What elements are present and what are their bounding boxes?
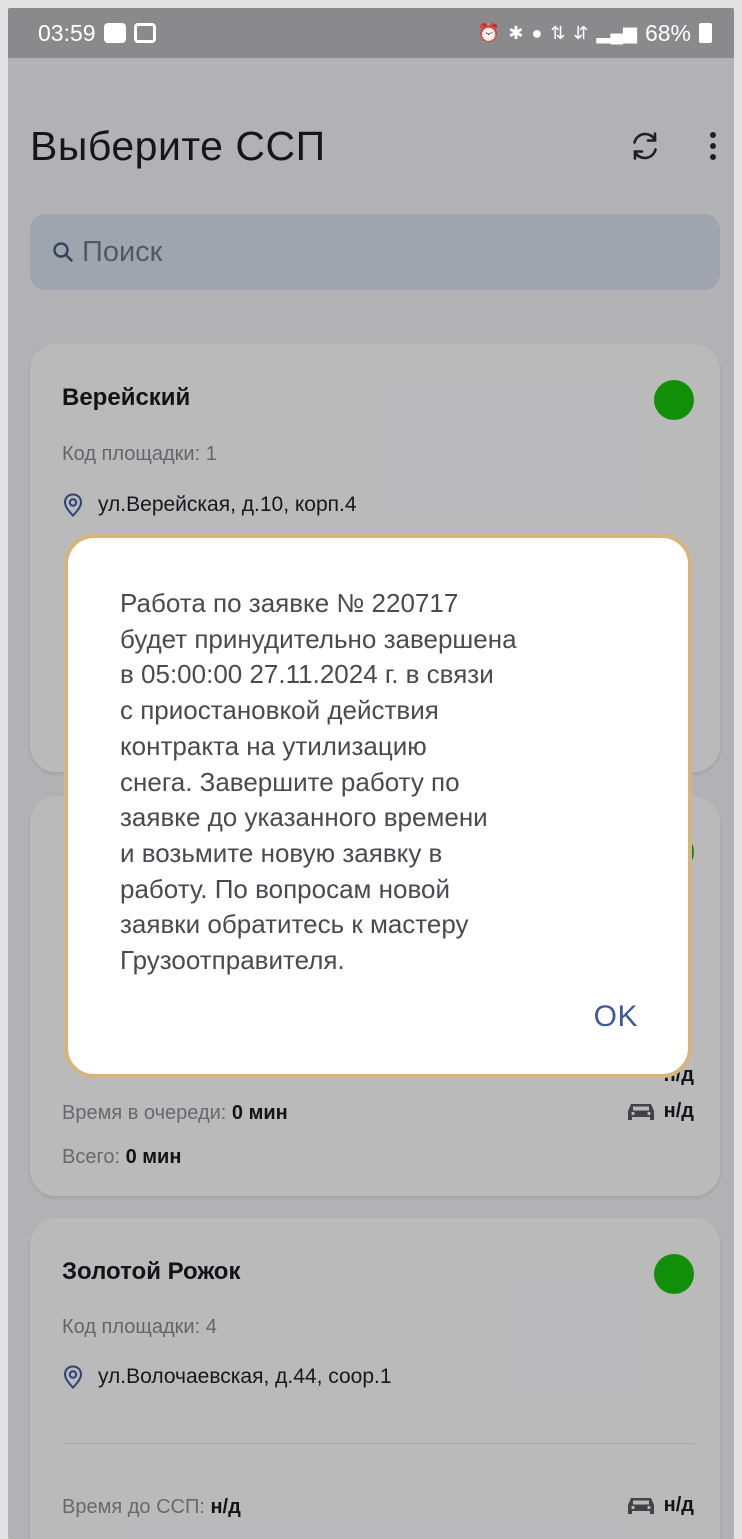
clock: 03:59: [38, 19, 96, 46]
status-bar: 03:59 ⏰ ✱ ● ⇅ ⇵ ▂▄▆ 68%: [8, 8, 734, 58]
volte-icon: ⇅: [550, 22, 566, 43]
notification-icon: [103, 23, 126, 43]
dialog-message: Работа по заявке № 220717 будет принудит…: [120, 588, 517, 976]
signal-icon: ▂▄▆: [596, 22, 637, 43]
gallery-icon: [133, 23, 156, 43]
alert-dialog: Работа по заявке № 220717 будет принудит…: [64, 534, 692, 1078]
alarm-icon: ⏰: [477, 22, 501, 43]
battery-percent: 68%: [644, 19, 691, 46]
location-icon: ●: [531, 22, 543, 43]
status-bar-left: 03:59: [38, 20, 156, 47]
status-bar-right: ⏰ ✱ ● ⇅ ⇵ ▂▄▆ 68%: [478, 20, 712, 47]
bluetooth-icon: ✱: [508, 22, 524, 43]
battery-icon: [699, 23, 712, 43]
app-screen: 03:59 ⏰ ✱ ● ⇅ ⇵ ▂▄▆ 68% Выберите ССП Пои…: [8, 8, 734, 1539]
ok-button[interactable]: OK: [594, 1000, 638, 1034]
data-icon: ⇵: [573, 22, 589, 43]
